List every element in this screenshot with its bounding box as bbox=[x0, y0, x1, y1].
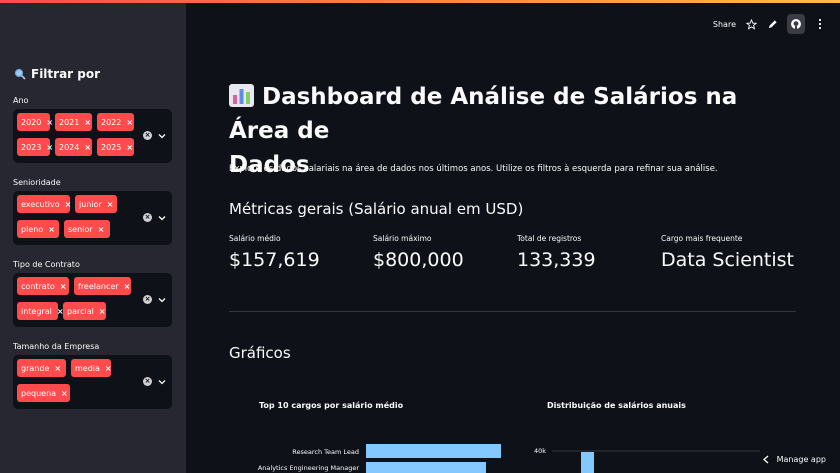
chevron-left-icon bbox=[762, 455, 769, 464]
chart-top-roles: Research Team Lead Analytics Engineering… bbox=[258, 444, 501, 473]
manage-app-button[interactable]: Manage app bbox=[762, 455, 826, 464]
category-label: Research Team Lead bbox=[292, 448, 359, 456]
category-label: Analytics Engineering Manager bbox=[258, 464, 359, 472]
charts-canvas: Research Team Lead Analytics Engineering… bbox=[258, 444, 760, 473]
chart-salary-distribution: 40k bbox=[534, 447, 760, 473]
bar bbox=[366, 462, 486, 473]
y-tick-label: 40k bbox=[534, 447, 546, 455]
histogram-bar bbox=[581, 452, 594, 473]
bar bbox=[366, 444, 501, 458]
